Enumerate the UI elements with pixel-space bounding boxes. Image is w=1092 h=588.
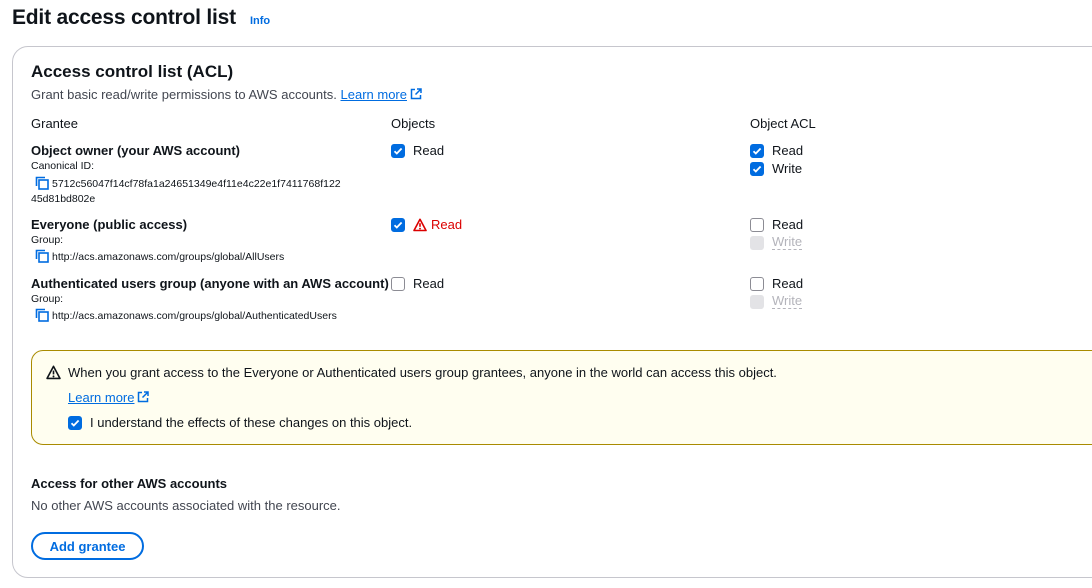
page-title: Edit access control list [12, 6, 236, 29]
grantee-everyone-id-label: Group: [31, 234, 64, 246]
grantee-owner-id-line2: 45d81bd802e [31, 193, 96, 205]
warning-icon [46, 365, 61, 380]
copy-icon[interactable] [35, 249, 49, 263]
acl-description: Grant basic read/write permissions to AW… [31, 87, 337, 102]
checkbox-checked[interactable] [750, 161, 764, 176]
everyone-objects-read-checkbox[interactable]: Read [391, 217, 462, 232]
checkmark-icon [70, 419, 80, 427]
checkmark-icon [752, 165, 762, 173]
alert-message: When you grant access to the Everyone or… [68, 365, 777, 380]
checkbox-checked[interactable] [750, 143, 764, 158]
grantee-owner-id: 5712c56047f14cf78fa1a24651349e4f11e4c22e… [35, 176, 341, 192]
checkbox-disabled [750, 294, 764, 309]
checkbox-unchecked[interactable] [750, 217, 764, 232]
checkbox-label: Read [772, 217, 804, 232]
alert-learn-more-line: Learn more [68, 390, 150, 405]
external-link-icon [410, 88, 422, 100]
acl-container: Access control list (ACL) Grant basic re… [12, 46, 1092, 578]
checkbox-label-warning: Read [431, 217, 463, 232]
checkbox-unchecked[interactable] [750, 276, 764, 291]
checkbox-unchecked[interactable] [391, 276, 405, 291]
warning-icon [413, 218, 427, 231]
checkmark-icon [393, 147, 403, 155]
column-header-object-acl: Object ACL [750, 116, 816, 131]
other-accounts-description: No other AWS accounts associated with th… [31, 498, 341, 513]
checkbox-checked[interactable] [391, 217, 405, 232]
checkbox-disabled [750, 235, 764, 250]
checkbox-checked[interactable] [68, 415, 82, 430]
checkbox-label: Read [772, 143, 804, 158]
grantee-everyone-id: http://acs.amazonaws.com/groups/global/A… [35, 249, 284, 265]
everyone-acl-read-checkbox[interactable]: Read [750, 217, 803, 232]
authenticated-objects-read-checkbox[interactable]: Read [391, 276, 444, 291]
checkbox-label-disabled: Write [772, 293, 803, 309]
checkbox-label: Write [772, 161, 803, 176]
checkmark-icon [752, 147, 762, 155]
grantee-authenticated-id: http://acs.amazonaws.com/groups/global/A… [35, 308, 337, 324]
grantee-everyone-uri: http://acs.amazonaws.com/groups/global/A… [52, 251, 285, 263]
grantee-owner-id-line1: 5712c56047f14cf78fa1a24651349e4f11e4c22e… [52, 178, 341, 190]
grantee-owner-id-label: Canonical ID: [31, 160, 95, 172]
checkbox-label: Read [772, 276, 804, 291]
page-header: Edit access control list Info [12, 6, 270, 30]
checkbox-label: Read [413, 276, 445, 291]
authenticated-acl-read-checkbox[interactable]: Read [750, 276, 803, 291]
add-grantee-button[interactable]: Add grantee [31, 532, 144, 560]
acl-description-line: Grant basic read/write permissions to AW… [31, 87, 422, 102]
acknowledge-label: I understand the effects of these change… [90, 415, 413, 430]
grantee-authenticated-name: Authenticated users group (anyone with a… [31, 276, 389, 291]
column-header-grantee: Grantee [31, 116, 78, 131]
checkmark-icon [393, 221, 403, 229]
checkbox-label-disabled: Write [772, 234, 803, 250]
acl-learn-more-link[interactable]: Learn more [341, 87, 407, 102]
grantee-authenticated-id-label: Group: [31, 293, 64, 305]
other-accounts-title: Access for other AWS accounts [31, 476, 228, 491]
grantee-everyone-name: Everyone (public access) [31, 217, 188, 232]
alert-learn-more-link[interactable]: Learn more [68, 390, 134, 405]
everyone-acl-write-checkbox: Write [750, 234, 803, 250]
acl-section-title: Access control list (ACL) [31, 62, 234, 81]
acknowledge-checkbox[interactable]: I understand the effects of these change… [68, 415, 412, 430]
owner-acl-write-checkbox[interactable]: Write [750, 161, 802, 176]
public-access-warning-alert: When you grant access to the Everyone or… [31, 350, 1092, 445]
copy-icon[interactable] [35, 308, 49, 322]
checkbox-checked[interactable] [391, 143, 405, 158]
column-header-objects: Objects [391, 116, 436, 131]
checkbox-label: Read [413, 143, 445, 158]
owner-acl-read-checkbox[interactable]: Read [750, 143, 803, 158]
owner-objects-read-checkbox[interactable]: Read [391, 143, 444, 158]
copy-icon[interactable] [35, 176, 49, 190]
authenticated-acl-write-checkbox: Write [750, 293, 803, 309]
info-link[interactable]: Info [250, 15, 270, 27]
grantee-owner-name: Object owner (your AWS account) [31, 143, 240, 158]
grantee-authenticated-uri: http://acs.amazonaws.com/groups/global/A… [52, 310, 337, 322]
external-link-icon [138, 391, 150, 403]
